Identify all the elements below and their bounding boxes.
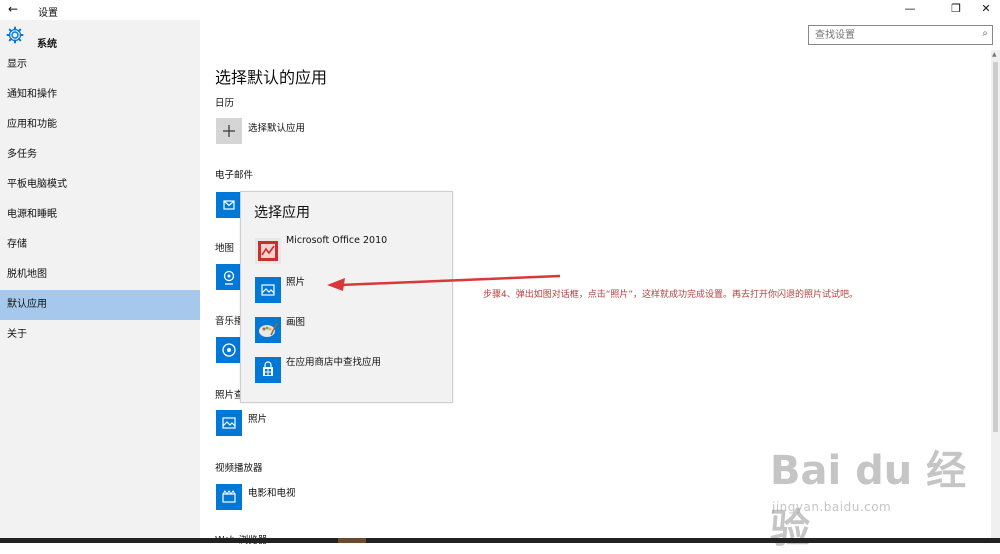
popup-item-label: 画图: [286, 317, 306, 328]
maps-icon: [223, 270, 235, 285]
store-icon: [263, 361, 273, 376]
photos-icon: [222, 417, 236, 429]
gear-icon: [6, 26, 24, 44]
close-button[interactable]: ✕: [976, 2, 996, 15]
sidebar-item-apps-features[interactable]: 应用和功能: [0, 110, 200, 140]
plus-icon: [223, 125, 235, 137]
paint-icon: [259, 322, 278, 337]
video-app-label[interactable]: 电影和电视: [248, 485, 296, 499]
sidebar-section-title: 系统: [37, 39, 57, 50]
scrollbar-thumb[interactable]: [993, 62, 998, 432]
sidebar-nav: 显示 通知和操作 应用和功能 多任务 平板电脑模式 电源和睡眠 存储 脱机地图 …: [0, 50, 200, 350]
back-arrow-icon[interactable]: ←: [8, 2, 18, 16]
sidebar-item-offline-maps[interactable]: 脱机地图: [0, 260, 200, 290]
popup-title: 选择应用: [254, 205, 310, 221]
sidebar-item-storage[interactable]: 存储: [0, 230, 200, 260]
sidebar-item-notifications[interactable]: 通知和操作: [0, 80, 200, 110]
search-box[interactable]: ⌕: [808, 25, 993, 45]
watermark-url: jingyan.baidu.com: [772, 500, 892, 514]
calendar-app-tile[interactable]: [216, 118, 242, 144]
scroll-up-icon[interactable]: ▲: [992, 51, 997, 58]
section-label-video: 视频播放器: [215, 463, 263, 474]
sidebar-item-display[interactable]: 显示: [0, 50, 200, 80]
window-title: 设置: [38, 8, 58, 19]
popup-item-label: 照片: [286, 277, 306, 288]
minimize-button[interactable]: —: [900, 2, 920, 15]
email-app-tile[interactable]: [216, 192, 242, 218]
video-app-tile[interactable]: [216, 484, 242, 510]
music-icon: [222, 343, 236, 357]
sidebar-item-tablet-mode[interactable]: 平板电脑模式: [0, 170, 200, 200]
restore-button[interactable]: ❐: [946, 2, 966, 15]
title-bar: ← 设置 — ❐ ✕: [0, 0, 1000, 20]
page-title: 选择默认的应用: [215, 68, 328, 87]
office-icon: [258, 241, 278, 261]
sidebar-item-default-apps[interactable]: 默认应用: [0, 290, 200, 320]
popup-item-label: 在应用商店中查找应用: [286, 357, 382, 368]
annotation-text: 步骤4、弹出如图对话框，点击“照片”，这样就成功完成设置。再去打开你闪退的照片试…: [483, 290, 859, 300]
photos-icon: [261, 284, 275, 296]
sidebar: 系统 显示 通知和操作 应用和功能 多任务 平板电脑模式 电源和睡眠 存储 脱机…: [0, 20, 200, 543]
music-app-tile[interactable]: [216, 337, 242, 363]
popup-item-paint[interactable]: 画图: [255, 317, 445, 345]
photo-viewer-app-tile[interactable]: [216, 410, 242, 436]
popup-item-photos[interactable]: 照片: [255, 277, 445, 305]
store-tile: [255, 357, 281, 383]
section-label-calendar: 日历: [215, 98, 235, 109]
photo-viewer-app-label[interactable]: 照片: [248, 411, 267, 425]
video-icon: [222, 490, 236, 503]
watermark-brand: Bai du 经验: [770, 448, 967, 552]
mail-icon: [223, 200, 235, 210]
baidu-watermark: Bai du 经验 jingyan.baidu.com: [770, 438, 990, 552]
taskbar: [0, 538, 1000, 543]
taskbar-item[interactable]: [338, 538, 366, 543]
choose-app-popup: 选择应用 Microsoft Office 2010 照片 画图 在应用商店中查…: [240, 191, 453, 403]
sidebar-item-power-sleep[interactable]: 电源和睡眠: [0, 200, 200, 230]
popup-item-office[interactable]: Microsoft Office 2010: [255, 235, 445, 266]
search-icon[interactable]: ⌕: [982, 28, 988, 39]
photos-tile: [255, 277, 281, 303]
office-tile: [255, 238, 281, 264]
scrollbar[interactable]: ▲: [991, 50, 1000, 538]
popup-item-store[interactable]: 在应用商店中查找应用: [255, 357, 445, 385]
maps-app-tile[interactable]: [216, 264, 242, 290]
sidebar-item-about[interactable]: 关于: [0, 320, 200, 350]
calendar-app-label[interactable]: 选择默认应用: [248, 120, 305, 134]
sidebar-item-multitasking[interactable]: 多任务: [0, 140, 200, 170]
popup-item-label: Microsoft Office 2010: [286, 235, 388, 246]
paint-tile: [255, 317, 281, 343]
search-input[interactable]: [815, 28, 975, 42]
section-label-email: 电子邮件: [215, 170, 254, 181]
section-label-maps: 地图: [215, 243, 235, 254]
